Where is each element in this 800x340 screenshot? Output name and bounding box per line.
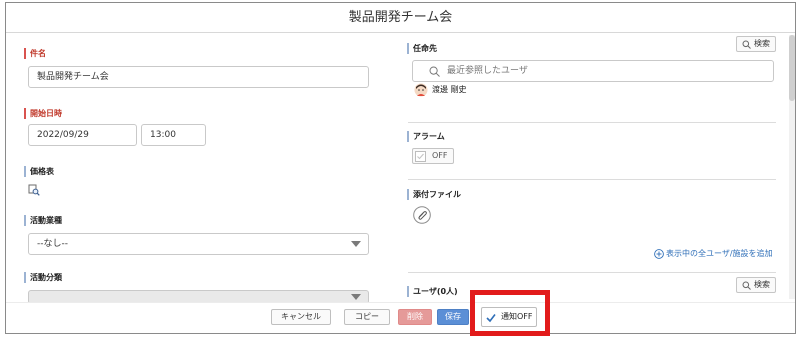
- search-icon: [429, 66, 440, 77]
- start-date-input[interactable]: 2022/09/29: [28, 124, 137, 146]
- scrollbar-thumb[interactable]: [789, 35, 795, 101]
- recent-users-placeholder: 最近参照したユーザ: [447, 66, 528, 76]
- chevron-down-icon: [351, 294, 361, 300]
- assigned-user-name[interactable]: 渡邊 剛史: [432, 85, 467, 95]
- search-icon: [742, 40, 751, 49]
- assignee-search-button[interactable]: 検索: [736, 36, 776, 52]
- alarm-value: OFF: [432, 151, 448, 160]
- section-divider: [408, 272, 776, 273]
- chevron-down-icon: [351, 241, 361, 247]
- alarm-toggle[interactable]: OFF: [412, 148, 454, 164]
- user-avatar-icon: [414, 83, 428, 97]
- section-divider: [408, 179, 776, 180]
- delete-button[interactable]: 削除: [398, 309, 432, 325]
- activity-type-select[interactable]: --なし--: [28, 233, 369, 255]
- start-time-input[interactable]: 13:00: [141, 124, 206, 146]
- subject-label: 件名: [24, 48, 46, 59]
- highlight-box: [470, 290, 550, 336]
- save-button[interactable]: 保存: [437, 309, 469, 325]
- cancel-button[interactable]: キャンセル: [271, 309, 331, 325]
- paperclip-icon[interactable]: [413, 206, 431, 224]
- copy-button[interactable]: コピー: [344, 309, 390, 325]
- checkbox-icon: [415, 151, 426, 162]
- event-dialog: 製品開発チーム会 件名 製品開発チーム会 開始日時 2022/09/29 13:…: [5, 2, 796, 334]
- assignee-label: 任命先: [407, 43, 437, 54]
- add-circle-icon: [654, 249, 664, 259]
- activity-type-label: 活動業種: [24, 215, 62, 226]
- alarm-label: アラーム: [407, 131, 445, 142]
- search-icon: [742, 281, 751, 290]
- users-search-label: 検索: [754, 280, 770, 289]
- activity-type-value: --なし--: [37, 239, 68, 249]
- assignee-search-label: 検索: [754, 39, 770, 48]
- activity-category-label: 活動分類: [24, 272, 62, 283]
- attachment-label: 添付ファイル: [407, 189, 461, 200]
- dialog-title: 製品開発チーム会: [6, 3, 795, 33]
- subject-input[interactable]: 製品開発チーム会: [28, 66, 369, 88]
- price-list-label: 価格表: [24, 166, 54, 177]
- price-list-lookup-icon[interactable]: [28, 184, 40, 196]
- recent-users-search-input[interactable]: 最近参照したユーザ: [412, 60, 774, 82]
- users-label: ユーザ(0人): [407, 286, 458, 297]
- add-all-users-link[interactable]: 表示中の全ユーザ/施設を追加: [666, 249, 773, 259]
- section-divider: [408, 122, 776, 123]
- start-datetime-label: 開始日時: [24, 108, 62, 119]
- users-search-button[interactable]: 検索: [736, 277, 776, 293]
